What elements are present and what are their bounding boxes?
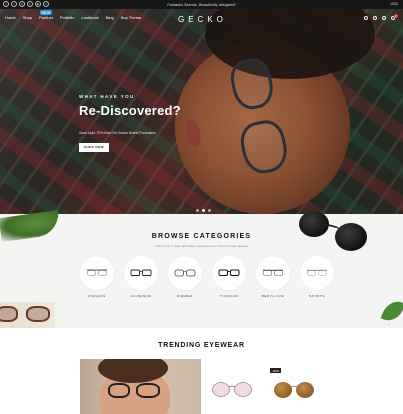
sunglasses-image [297, 207, 377, 257]
nav-item-home[interactable]: Home [5, 15, 16, 20]
browse-title: BROWSE CATEGORIES [151, 233, 252, 240]
category-aluminum[interactable]: ALUMINUM [123, 256, 159, 298]
category-list: RIMLESS ALUMINUM RIMMED TITANIUM BERYLLI… [79, 256, 335, 298]
titanium-glasses-icon [218, 269, 240, 276]
category-label: ALUMINUM [130, 294, 152, 298]
site-logo[interactable]: GECKO [178, 15, 227, 24]
category-beryllium[interactable]: BERYLLIUM [255, 256, 291, 298]
nav-item-shop-label: Shop [22, 15, 33, 20]
new-badge: NEW [39, 10, 53, 15]
slider-dots [196, 209, 211, 212]
nav-item-blog[interactable]: Blog [106, 15, 114, 20]
decor-glasses-lens [26, 306, 50, 322]
beryllium-glasses-icon [263, 269, 283, 276]
instagram-icon[interactable]: ◎ [19, 1, 25, 7]
product-card[interactable] [208, 370, 260, 406]
rimless-glasses-icon [87, 269, 107, 276]
product-lens [234, 382, 252, 397]
category-label: RIMMED [177, 294, 193, 298]
cart-count: 0 [394, 14, 398, 18]
category-sports[interactable]: SPORTS [299, 256, 335, 298]
nav-item-buy-theme[interactable]: Buy Theme [121, 15, 141, 20]
page: f t ◎ p ▶ v Fantastic Brands, Beautifull… [0, 0, 403, 414]
category-rimmed[interactable]: RIMMED [167, 256, 203, 298]
trending-title: TRENDING EYEWEAR [158, 342, 245, 349]
nav-item-portfolio[interactable]: Portfolio [60, 15, 75, 20]
product-lens [212, 382, 230, 397]
hero-eyebrow: WHAT HAVE YOU [79, 94, 135, 99]
nav-item-shop[interactable]: Shop NEW [22, 10, 53, 20]
category-titanium[interactable]: TITANIUM [211, 256, 247, 298]
vimeo-icon[interactable]: v [43, 1, 49, 7]
nav-item-lookbook[interactable]: Lookbook [82, 15, 99, 20]
slider-dot-active[interactable] [202, 209, 205, 212]
search-icon[interactable] [364, 16, 368, 20]
category-image [80, 256, 114, 290]
category-label: TITANIUM [219, 294, 239, 298]
twitter-icon[interactable]: t [11, 1, 17, 7]
category-label: RIMLESS [88, 294, 106, 298]
main-nav: Home Shop NEW Product Portfolio Lookbook… [0, 9, 403, 27]
account-icon[interactable] [373, 16, 377, 20]
announcement-bar: f t ◎ p ▶ v Fantastic Brands, Beautifull… [0, 0, 403, 9]
promo-glasses-lens [108, 383, 130, 398]
category-label: SPORTS [309, 294, 325, 298]
currency-selector[interactable]: USD [391, 2, 398, 6]
promo-glasses-lens [136, 383, 160, 398]
category-image [212, 256, 246, 290]
slider-dot[interactable] [196, 209, 199, 212]
wishlist-icon[interactable] [382, 16, 386, 20]
category-label: BERYLLIUM [261, 294, 285, 298]
slider-dot[interactable] [208, 209, 211, 212]
shop-now-button[interactable]: SHOP NOW [79, 142, 109, 152]
category-image [256, 256, 290, 290]
hero-headline: Re-Discovered? [79, 103, 181, 118]
youtube-icon[interactable]: ▶ [35, 1, 41, 7]
facebook-icon[interactable]: f [3, 1, 9, 7]
nav-menu: Home Shop NEW Product Portfolio Lookbook… [5, 10, 141, 20]
category-image [124, 256, 158, 290]
trending-promo-image[interactable] [80, 359, 201, 414]
aluminum-glasses-icon [130, 269, 152, 276]
nav-icons: 0 [364, 14, 398, 20]
hero-subline: Save Upto 70% Now On Gecko Brand Purchas… [79, 131, 156, 135]
hero-banner: WHAT HAVE YOU Re-Discovered? Save Upto 7… [0, 9, 403, 214]
scroll-top-icon[interactable]: ^ [388, 322, 390, 327]
decor-glasses-image [0, 302, 55, 328]
browse-subtitle: This is best in class affordable eyeglas… [155, 244, 248, 248]
product-lens [296, 382, 314, 398]
hero-copy: WHAT HAVE YOU Re-Discovered? Save Upto 7… [79, 94, 181, 153]
category-image [168, 256, 202, 290]
cart-icon[interactable]: 0 [391, 14, 398, 20]
sports-glasses-icon [307, 269, 327, 276]
category-rimless[interactable]: RIMLESS [79, 256, 115, 298]
announcement-text: Fantastic Brands, Beautifully designed! [167, 2, 236, 7]
product-card[interactable] [268, 370, 320, 406]
product-lens [274, 382, 292, 398]
decor-glasses-lens [0, 306, 18, 322]
pinterest-icon[interactable]: p [27, 1, 33, 7]
social-links: f t ◎ p ▶ v [3, 1, 49, 7]
category-image [300, 256, 334, 290]
rimmed-glasses-icon [174, 269, 196, 277]
nav-item-product[interactable]: Product [39, 15, 53, 20]
